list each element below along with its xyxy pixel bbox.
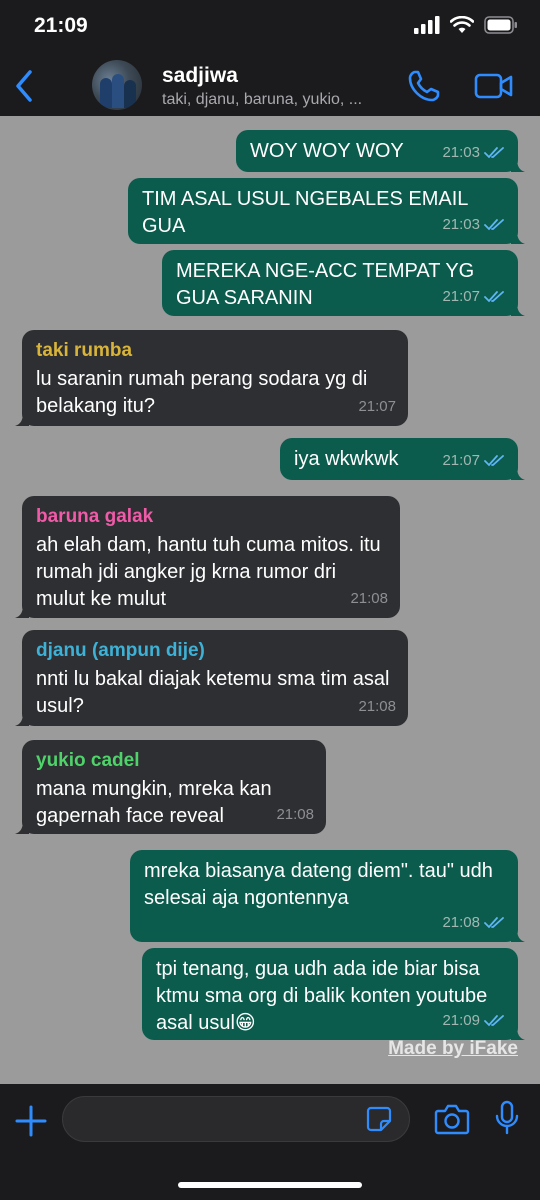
message-meta: 21:03 [442, 139, 506, 166]
double-check-icon [484, 916, 504, 928]
message-incoming[interactable]: djanu (ampun dije) nnti lu bakal diajak … [15, 630, 408, 726]
signal-icon [414, 16, 440, 34]
wifi-icon [450, 16, 474, 33]
bubble-tail [511, 466, 525, 480]
sender-name[interactable]: baruna galak [36, 504, 386, 530]
message-outgoing[interactable]: WOY WOY WOY 21:03 [236, 130, 525, 172]
message-time: 21:09 [442, 1012, 480, 1029]
chat-area[interactable]: WOY WOY WOY 21:03 TIM ASAL USUL NGEBALES… [0, 116, 540, 1084]
status-time: 21:09 [34, 14, 88, 37]
video-camera-icon[interactable] [474, 70, 514, 102]
message-text: nnti lu bakal diajak ketemu sma tim asal… [36, 668, 390, 717]
bubble-tail [511, 230, 525, 244]
message-meta: 21:09 [442, 1007, 506, 1034]
message-input[interactable] [62, 1096, 410, 1142]
watermark: Made by iFake [388, 1038, 518, 1059]
message-outgoing[interactable]: TIM ASAL USUL NGEBALES EMAIL GUA 21:03 [128, 178, 525, 244]
message-time: 21:07 [358, 398, 396, 415]
message-text: lu saranin rumah perang sodara yg di bel… [36, 368, 368, 417]
message-meta: 21:07 [442, 447, 506, 474]
back-button[interactable] [10, 66, 38, 106]
bubble-tail [15, 412, 29, 426]
message-incoming[interactable]: yukio cadel mana mungkin, mreka kan gape… [15, 740, 326, 834]
microphone-icon[interactable] [494, 1100, 520, 1136]
message-incoming[interactable]: baruna galak ah elah dam, hantu tuh cuma… [15, 496, 400, 618]
plus-icon[interactable] [14, 1104, 48, 1138]
message-meta: 21:07 [358, 393, 396, 420]
message-time: 21:08 [350, 590, 388, 607]
double-check-icon [484, 1014, 504, 1026]
message-time: 21:07 [442, 452, 480, 469]
double-check-icon [484, 290, 504, 302]
bubble-tail [511, 158, 525, 172]
chat-title[interactable]: sadjiwa [162, 64, 238, 88]
double-check-icon [484, 146, 504, 158]
bubble-tail [15, 604, 29, 618]
status-bar: 21:09 [0, 0, 540, 56]
double-check-icon [484, 218, 504, 230]
message-meta: 21:08 [276, 801, 314, 828]
sender-name[interactable]: yukio cadel [36, 748, 312, 774]
sender-name[interactable]: djanu (ampun dije) [36, 638, 394, 664]
home-indicator [178, 1182, 362, 1188]
message-text: mana mungkin, mreka kan gapernah face re… [36, 778, 272, 827]
message-outgoing[interactable]: iya wkwkwk 21:07 [280, 438, 525, 480]
message-time: 21:03 [442, 216, 480, 233]
message-meta: 21:07 [442, 283, 506, 310]
message-meta: 21:08 [358, 693, 396, 720]
message-text: ah elah dam, hantu tuh cuma mitos. itu r… [36, 534, 381, 610]
message-time: 21:08 [442, 914, 480, 931]
chat-members[interactable]: taki, djanu, baruna, yukio, ... [162, 91, 397, 109]
message-time: 21:08 [358, 698, 396, 715]
double-check-icon [484, 454, 504, 466]
message-outgoing[interactable]: mreka biasanya dateng diem". tau" udh se… [130, 850, 525, 942]
message-time: 21:07 [442, 288, 480, 305]
chat-header: sadjiwa taki, djanu, baruna, yukio, ... [0, 56, 540, 116]
message-time: 21:03 [442, 144, 480, 161]
battery-icon [484, 16, 517, 34]
camera-icon[interactable] [434, 1102, 470, 1136]
bubble-tail [15, 712, 29, 726]
composer-bar [0, 1084, 540, 1200]
message-meta: 21:03 [442, 211, 506, 238]
bubble-tail [511, 928, 525, 942]
message-meta: 21:08 [442, 909, 506, 936]
message-outgoing[interactable]: MEREKA NGE-ACC TEMPAT YG GUA SARANIN 21:… [162, 250, 525, 316]
message-text: mreka biasanya dateng diem". tau" udh se… [144, 860, 493, 909]
message-meta: 21:08 [350, 585, 388, 612]
status-icons [414, 16, 518, 34]
message-time: 21:08 [276, 806, 314, 823]
sender-name[interactable]: taki rumba [36, 338, 394, 364]
sticker-icon[interactable] [366, 1106, 392, 1132]
bubble-tail [511, 302, 525, 316]
message-incoming[interactable]: taki rumba lu saranin rumah perang sodar… [15, 330, 408, 426]
bubble-tail [15, 820, 29, 834]
phone-icon[interactable] [406, 68, 442, 104]
group-avatar[interactable] [92, 60, 142, 110]
message-outgoing[interactable]: tpi tenang, gua udh ada ide biar bisa kt… [142, 948, 525, 1040]
